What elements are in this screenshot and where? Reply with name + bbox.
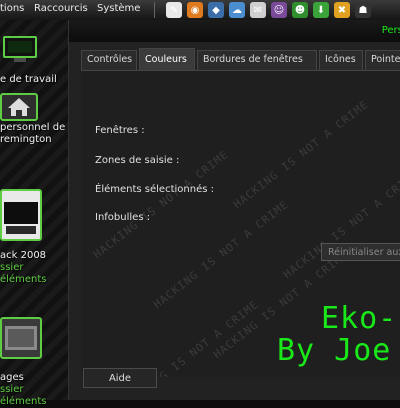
ghost-icon-glyph: ☺ <box>273 4 285 16</box>
invader-icon[interactable]: ☗ <box>355 2 371 18</box>
panel-separator <box>154 2 155 18</box>
colors-tab-content: HACKING IS NOT A CRIME HACKING IS NOT A … <box>81 70 400 377</box>
computer-icon[interactable] <box>2 36 38 62</box>
menu-applications[interactable]: tions <box>0 3 24 14</box>
selected-items-color-label: Éléments sélectionnés : <box>95 184 214 195</box>
desktop-item-home-label-2: remington <box>0 134 52 145</box>
tab-icons[interactable]: Icônes <box>319 50 363 70</box>
watermark-text-2: HACKING IS NOT A CRIME <box>151 197 292 312</box>
chat-icon-glyph: ☻ <box>294 4 306 16</box>
thunderbird-icon[interactable]: ◆ <box>208 2 224 18</box>
download-icon-glyph: ⬇ <box>316 4 326 16</box>
overlay-text-eko: Eko- <box>321 301 398 336</box>
desktop-item-images-label: ages <box>0 372 24 383</box>
folder-icon[interactable] <box>0 188 42 242</box>
mail-icon[interactable]: ✉ <box>250 2 266 18</box>
desktop-item-home-label-1: personnel de <box>0 122 66 133</box>
tab-window-borders[interactable]: Bordures de fenêtres <box>197 50 317 70</box>
text-editor-icon[interactable]: ✎ <box>166 2 182 18</box>
desktop-item-backtrack-sub-2: éléments <box>0 274 47 285</box>
windows-color-label: Fenêtres : <box>95 125 145 136</box>
desktop-item-images-sub-1: ssier <box>0 384 24 395</box>
window-title: Perso <box>381 25 400 36</box>
desktop: e de travail personnel de remington ack … <box>0 20 68 407</box>
appearance-preferences-window: Perso Contrôles Couleurs Bordures de fen… <box>68 20 400 400</box>
window-titlebar[interactable]: Perso <box>69 20 400 42</box>
desktop-item-backtrack-label: ack 2008 <box>0 250 47 261</box>
watermark-text-4: HACKING IS NOT A CRIME <box>231 97 372 212</box>
text-editor-icon-glyph: ✎ <box>169 4 179 16</box>
tab-pointers[interactable]: Pointe <box>365 50 400 70</box>
desktop-item-backtrack-sub-1: ssier <box>0 262 24 273</box>
input-zones-color-label: Zones de saisie : <box>95 155 180 166</box>
tools-icon-glyph: ✖ <box>337 4 347 16</box>
ghost-icon[interactable]: ☺ <box>271 2 287 18</box>
help-button[interactable]: Aide <box>83 368 157 388</box>
desktop-item-images-sub-2: éléments <box>0 396 47 407</box>
menu-shortcuts[interactable]: Raccourcis <box>34 3 88 14</box>
cloud-icon[interactable]: ☁ <box>229 2 245 18</box>
desktop-item-computer-label: e de travail <box>0 74 57 85</box>
tab-controls[interactable]: Contrôles <box>81 50 137 70</box>
download-icon[interactable]: ⬇ <box>313 2 329 18</box>
thunderbird-icon-glyph: ◆ <box>212 4 220 16</box>
chat-icon[interactable]: ☻ <box>292 2 308 18</box>
firefox-icon-glyph: ◉ <box>190 4 200 16</box>
tooltips-color-label: Infobulles : <box>95 212 151 223</box>
firefox-icon[interactable]: ◉ <box>187 2 203 18</box>
overlay-text-by-joe: By Joe <box>277 333 392 368</box>
cloud-icon-glyph: ☁ <box>232 4 242 16</box>
tools-icon[interactable]: ✖ <box>334 2 350 18</box>
top-panel: tions Raccourcis Système ✎ ◉ ◆ ☁ ✉ ☺ ☻ ⬇ ✖ ☗ <box>0 0 400 21</box>
images-folder-icon[interactable] <box>0 312 42 360</box>
menu-system[interactable]: Système <box>97 3 140 14</box>
mail-icon-glyph: ✉ <box>253 4 263 16</box>
invader-icon-glyph: ☗ <box>358 4 368 16</box>
reset-defaults-button[interactable]: Réinitialiser aux <box>321 243 400 261</box>
tab-colors[interactable]: Couleurs <box>139 48 195 70</box>
home-folder-icon[interactable] <box>0 88 38 121</box>
